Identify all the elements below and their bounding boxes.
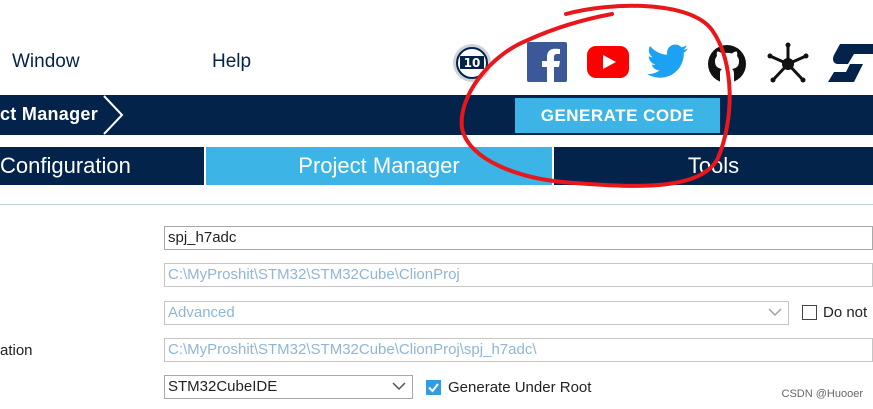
twitter-icon[interactable] <box>647 44 689 86</box>
generate-code-button[interactable]: GENERATE CODE <box>515 98 720 133</box>
toolchain-ide-select[interactable]: STM32CubeIDE <box>164 375 413 399</box>
watermark: CSDN @Huooer <box>781 388 863 400</box>
menu-help[interactable]: Help <box>212 51 251 73</box>
do-not-checkbox[interactable] <box>802 305 817 320</box>
menu-window[interactable]: Window <box>12 51 80 73</box>
facebook-icon[interactable] <box>527 42 567 84</box>
tab-bar: Configuration Project Manager Tools <box>0 135 873 185</box>
do-not-label: Do not <box>823 304 868 321</box>
application-structure-value: Advanced <box>168 304 235 321</box>
github-icon[interactable] <box>707 44 747 86</box>
toolchain-folder-label: ation <box>0 342 33 359</box>
badge-number: 10 <box>464 56 481 70</box>
generate-under-root-checkbox[interactable] <box>426 380 441 395</box>
st-logo-icon[interactable] <box>828 44 873 86</box>
chevron-down-icon <box>768 308 782 317</box>
tab-project-manager-label: Project Manager <box>298 153 460 178</box>
breadcrumb-bar: ct Manager <box>0 95 873 135</box>
application-structure-select[interactable]: Advanced <box>164 301 789 325</box>
checkmark-icon <box>428 383 439 393</box>
youtube-icon[interactable] <box>587 46 629 88</box>
anniversary-10-badge-icon[interactable]: 10 <box>452 43 492 85</box>
generate-under-root-label: Generate Under Root <box>448 379 592 396</box>
tab-configuration-label: Configuration <box>0 153 131 178</box>
network-share-icon[interactable] <box>767 42 809 84</box>
project-name-input[interactable]: spj_h7adc <box>164 226 873 250</box>
tab-tools[interactable]: Tools <box>554 147 873 185</box>
tab-configuration[interactable]: Configuration <box>0 147 204 185</box>
project-location-input[interactable]: C:\MyProshit\STM32\STM32Cube\ClionProj <box>164 263 873 287</box>
breadcrumb-chevron-icon <box>103 95 124 135</box>
tab-tools-label: Tools <box>687 153 740 178</box>
chevron-down-icon <box>392 382 406 391</box>
menu-bar: Window Help 10 <box>0 0 873 95</box>
divider <box>0 204 873 205</box>
toolchain-ide-value: STM32CubeIDE <box>168 378 278 395</box>
tab-project-manager[interactable]: Project Manager <box>206 147 552 185</box>
breadcrumb-project-manager[interactable]: ct Manager <box>0 104 98 125</box>
toolchain-folder-input[interactable]: C:\MyProshit\STM32\STM32Cube\ClionProj\s… <box>164 338 873 362</box>
